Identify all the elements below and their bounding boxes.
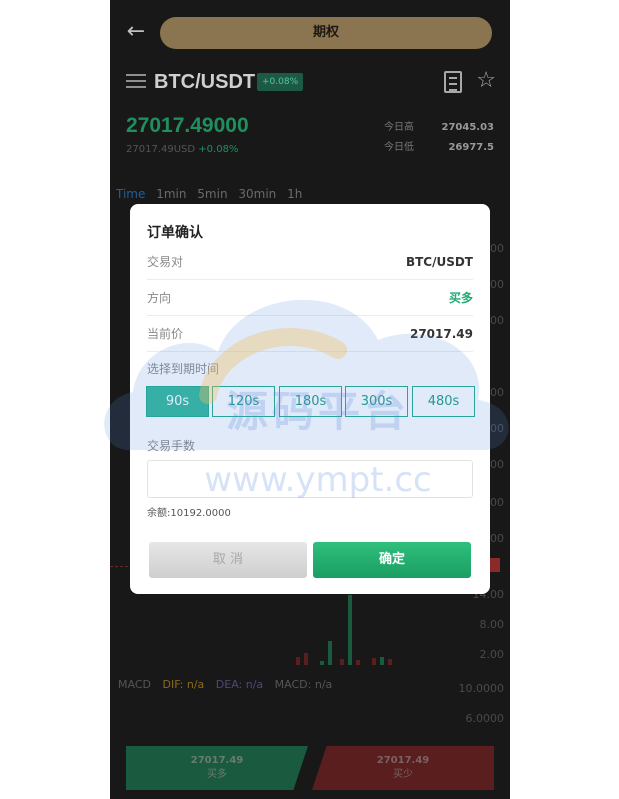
low-value: 26977.5 <box>448 142 494 153</box>
duration-option-300s[interactable]: 300s <box>345 386 408 417</box>
volume-bar <box>380 657 384 665</box>
change-badge: +0.08% <box>257 73 304 91</box>
volume-bar <box>304 653 308 665</box>
low-label: 今日低 <box>384 142 414 153</box>
pair-title[interactable]: BTC/USDT <box>154 68 255 96</box>
high-value: 27045.03 <box>441 122 494 133</box>
row-label: 当前价 <box>147 327 184 341</box>
tab-5min[interactable]: 5min <box>197 187 227 201</box>
last-price: 27017.49000 <box>126 114 249 137</box>
order-confirm-dialog: 订单确认 交易对 BTC/USDT 方向 买多 当前价 27017.49 选择到… <box>130 204 490 594</box>
clipboard-icon[interactable] <box>444 71 462 93</box>
row-value: 27017.49 <box>409 327 473 341</box>
buy-label: 买多 <box>207 769 227 780</box>
axis-label: 2.00 <box>479 648 505 661</box>
row-label: 方向 <box>147 291 172 305</box>
usd-price: 27017.49USD +0.08% <box>126 144 238 155</box>
duration-option-480s[interactable]: 480s <box>412 386 475 417</box>
balance-text: 余额:10192.0000 <box>147 508 231 519</box>
tab-time[interactable]: Time <box>116 187 145 201</box>
row-current-price: 当前价 27017.49 <box>147 316 473 352</box>
volume-bar <box>356 660 360 665</box>
axis-label: 8.00 <box>479 618 505 631</box>
buy-long-button[interactable]: 27017.49 买多 <box>126 746 308 790</box>
arrow-left-icon[interactable]: ← <box>124 20 148 44</box>
volume-bar <box>296 657 300 665</box>
axis-label: 10.0000 <box>458 682 505 695</box>
volume-bar <box>372 658 376 665</box>
dif-value: DIF: n/a <box>162 678 205 691</box>
pair-bar: BTC/USDT +0.08% ☆ <box>126 68 496 96</box>
volume-bar <box>340 659 344 665</box>
macd-label: MACD <box>118 678 151 691</box>
dea-value: DEA: n/a <box>215 678 264 691</box>
tab-1h[interactable]: 1h <box>287 187 302 201</box>
row-label: 交易对 <box>147 255 184 269</box>
top-bar: ← 期权 <box>110 0 510 62</box>
row-pair: 交易对 BTC/USDT <box>147 244 473 280</box>
lots-label: 交易手数 <box>147 439 196 453</box>
volume-bar <box>348 595 352 665</box>
duration-options: 90s 120s 180s 300s 480s <box>146 386 475 417</box>
expiry-label: 选择到期时间 <box>147 362 220 376</box>
sell-label: 买少 <box>393 769 413 780</box>
row-direction: 方向 买多 <box>147 280 473 316</box>
lots-input[interactable] <box>147 460 473 498</box>
usd-price-change: +0.08% <box>198 144 239 155</box>
cancel-button[interactable]: 取 消 <box>149 542 307 578</box>
high-label: 今日高 <box>384 122 414 133</box>
star-icon[interactable]: ☆ <box>476 68 496 94</box>
sell-price: 27017.49 <box>376 755 430 766</box>
list-icon[interactable] <box>126 74 146 88</box>
tab-1min[interactable]: 1min <box>156 187 186 201</box>
duration-option-120s[interactable]: 120s <box>212 386 275 417</box>
volume-bar <box>328 641 332 665</box>
duration-option-180s[interactable]: 180s <box>279 386 342 417</box>
row-value: BTC/USDT <box>405 255 473 269</box>
buy-short-button[interactable]: 27017.49 买少 <box>312 746 494 790</box>
tab-30min[interactable]: 30min <box>238 187 276 201</box>
mode-title-pill[interactable]: 期权 <box>160 17 492 49</box>
volume-bar <box>388 659 392 665</box>
row-value: 买多 <box>448 291 473 305</box>
confirm-button[interactable]: 确定 <box>313 542 471 578</box>
axis-label: 6.0000 <box>465 712 505 725</box>
duration-option-90s[interactable]: 90s <box>146 386 209 417</box>
macd-value: MACD: n/a <box>274 678 333 691</box>
usd-price-value: 27017.49USD <box>126 144 196 155</box>
volume-bar <box>320 661 324 665</box>
dialog-title: 订单确认 <box>147 225 203 241</box>
buy-price: 27017.49 <box>190 755 244 766</box>
high-low: 今日高 27045.03 今日低 26977.5 <box>384 118 494 158</box>
macd-legend: MACD DIF: n/a DEA: n/a MACD: n/a <box>118 678 332 691</box>
timeframe-tabs: Time 1min 5min 30min 1h <box>116 187 309 201</box>
